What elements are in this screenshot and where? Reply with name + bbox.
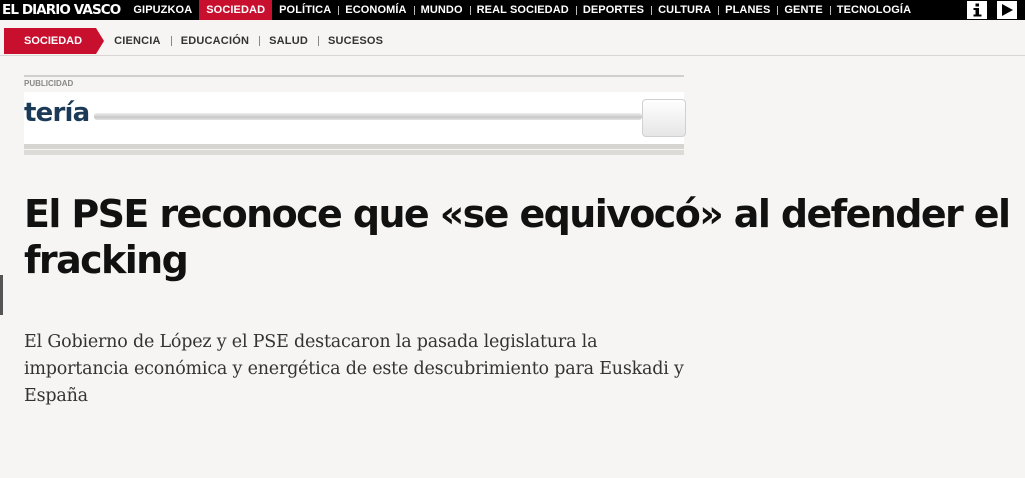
nav-item-planes[interactable]: PLANES	[718, 0, 777, 20]
ad-bottom-divider	[24, 150, 684, 155]
usb-plug-image	[642, 99, 686, 137]
nav-item-gente[interactable]: GENTE	[777, 0, 829, 20]
subnav-items: CIENCIA EDUCACIÓN SALUD SUCESOS	[104, 28, 393, 54]
subnav-item-sucesos[interactable]: SUCESOS	[318, 28, 393, 54]
play-icon[interactable]	[997, 1, 1017, 19]
nav-item-tecnologia[interactable]: TECNOLOGÍA	[829, 0, 918, 20]
main-nav: GIPUZKOA SOCIEDAD POLÍTICA ECONOMÍA MUND…	[126, 0, 918, 20]
nav-item-real-sociedad[interactable]: REAL SOCIEDAD	[469, 0, 576, 20]
nav-item-mundo[interactable]: MUNDO	[413, 0, 470, 20]
article-subheadline: El Gobierno de López y el PSE destacaron…	[24, 332, 684, 406]
nav-item-deportes[interactable]: DEPORTES	[575, 0, 651, 20]
nav-item-gipuzkoa[interactable]: GIPUZKOA	[126, 0, 199, 20]
advertising-label: PUBLICIDAD	[24, 75, 684, 89]
left-edge-divider	[0, 275, 3, 315]
top-navigation-bar: EL DIARIO VASCO GIPUZKOA SOCIEDAD POLÍTI…	[0, 0, 1025, 20]
subnav-active-section[interactable]: SOCIEDAD	[4, 28, 105, 54]
article-headline: El PSE reconoce que «se equivocó» al def…	[24, 192, 1011, 282]
ad-banner-text: tería	[24, 98, 90, 128]
nav-item-economia[interactable]: ECONOMÍA	[338, 0, 413, 20]
subnav-item-salud[interactable]: SALUD	[259, 28, 318, 54]
section-subnav: SOCIEDAD CIENCIA EDUCACIÓN SALUD SUCESOS	[0, 27, 1025, 56]
usb-cable-image	[94, 113, 642, 120]
subnav-item-educacion[interactable]: EDUCACIÓN	[170, 28, 259, 54]
advertising-banner[interactable]: tería	[24, 92, 686, 149]
info-icon[interactable]	[967, 1, 987, 19]
nav-item-politica[interactable]: POLÍTICA	[272, 0, 338, 20]
top-icons	[967, 0, 1017, 20]
nav-item-cultura[interactable]: CULTURA	[651, 0, 718, 20]
nav-item-sociedad[interactable]: SOCIEDAD	[199, 0, 273, 20]
subnav-item-ciencia[interactable]: CIENCIA	[104, 28, 171, 54]
site-logo[interactable]: EL DIARIO VASCO	[0, 0, 126, 20]
